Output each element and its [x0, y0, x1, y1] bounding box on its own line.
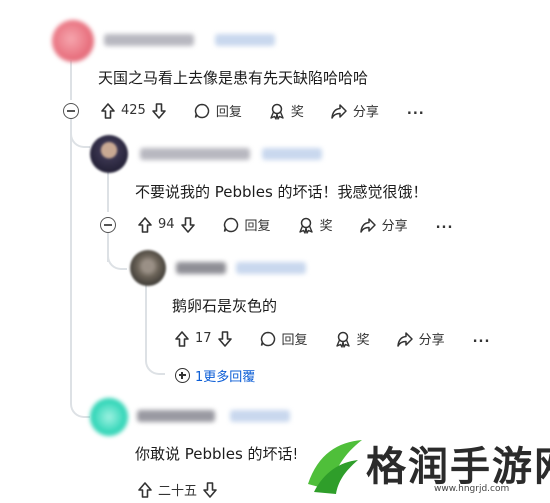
- share-button[interactable]: 分享: [359, 215, 408, 234]
- comment-text: 不要说我的 Pebbles 的坏话！我感觉很饿！: [135, 183, 428, 201]
- avatar[interactable]: [52, 20, 94, 62]
- reply-button[interactable]: 回复: [222, 215, 271, 234]
- timestamp-redacted: [262, 148, 322, 160]
- timestamp-redacted: [230, 410, 290, 422]
- vote-group: 17: [174, 330, 233, 348]
- reply-button[interactable]: 回复: [259, 329, 308, 348]
- comment-text: 鹅卵石是灰色的: [172, 297, 278, 315]
- award-button[interactable]: 奖: [297, 215, 333, 234]
- upvote-icon[interactable]: [174, 330, 190, 348]
- award-icon: [335, 331, 350, 348]
- reply-label: 回复: [281, 333, 308, 348]
- comment-text: 你敢说 Pebbles 的坏话!: [135, 445, 299, 463]
- reply-icon: [260, 331, 275, 346]
- collapse-button[interactable]: [63, 103, 79, 119]
- watermark-logo-icon: [308, 440, 362, 494]
- vote-group: 94: [137, 216, 196, 234]
- username-redacted: [137, 410, 215, 422]
- award-label: 奖: [290, 105, 304, 120]
- upvote-icon[interactable]: [100, 102, 116, 120]
- comment-text: 天国之马看上去像是患有先天缺陷哈哈哈: [98, 69, 369, 87]
- reply-label: 回复: [215, 105, 242, 120]
- reply-icon: [223, 217, 238, 232]
- username-redacted: [140, 148, 250, 160]
- share-icon: [396, 331, 413, 347]
- share-label: 分享: [352, 105, 379, 120]
- reply-icon: [194, 103, 210, 118]
- avatar[interactable]: [90, 135, 128, 173]
- vote-count: 17: [195, 331, 212, 346]
- award-icon: [270, 103, 284, 120]
- thread-line-root: [70, 60, 72, 100]
- plus-circle-icon: [175, 368, 190, 383]
- reply-label: 回复: [244, 219, 271, 234]
- thread-curve-more: [145, 355, 165, 375]
- avatar[interactable]: [90, 398, 128, 436]
- thread-curve-1: [70, 128, 90, 148]
- comment-actions: 二十五: [137, 480, 218, 499]
- award-label: 奖: [319, 219, 333, 234]
- vote-group: 二十五: [137, 480, 218, 499]
- share-icon: [331, 103, 347, 119]
- watermark-url: www.hngrjd.com: [434, 484, 510, 494]
- more-replies-button[interactable]: 1更多回覆: [175, 366, 255, 385]
- share-button[interactable]: 分享: [396, 329, 445, 348]
- award-label: 奖: [356, 333, 370, 348]
- downvote-icon[interactable]: [180, 216, 196, 234]
- upvote-icon[interactable]: [137, 216, 153, 234]
- thread-curve-3: [107, 250, 127, 270]
- vote-count: 二十五: [158, 484, 198, 499]
- share-icon: [359, 217, 376, 233]
- more-options-button[interactable]: ...: [473, 331, 491, 346]
- username-redacted: [176, 262, 226, 274]
- comment-actions: 425 回复 奖 分享 ...: [100, 101, 425, 120]
- thread-line-level2: [107, 172, 109, 212]
- award-icon: [298, 217, 313, 234]
- share-button[interactable]: 分享: [330, 101, 379, 120]
- thread-line-root-2: [70, 118, 72, 398]
- collapse-button[interactable]: [100, 217, 116, 233]
- timestamp-redacted: [215, 34, 275, 46]
- more-options-button[interactable]: ...: [407, 103, 425, 118]
- award-button[interactable]: 奖: [268, 101, 304, 120]
- more-options-button[interactable]: ...: [436, 217, 454, 232]
- share-label: 分享: [381, 219, 408, 234]
- upvote-icon[interactable]: [137, 481, 153, 499]
- vote-group: 425: [100, 102, 167, 120]
- thread-line-level3: [145, 280, 147, 355]
- comment-actions: 94 回复 奖 分享 ...: [137, 215, 453, 234]
- comment-actions: 17 回复 奖 分享 ...: [174, 329, 490, 348]
- thread-curve-4: [70, 398, 90, 418]
- downvote-icon[interactable]: [151, 102, 167, 120]
- share-label: 分享: [418, 333, 445, 348]
- avatar[interactable]: [130, 250, 166, 286]
- downvote-icon[interactable]: [202, 481, 218, 499]
- downvote-icon[interactable]: [217, 330, 233, 348]
- vote-count: 94: [158, 217, 175, 232]
- username-redacted: [104, 34, 194, 46]
- timestamp-redacted: [236, 262, 306, 274]
- reply-button[interactable]: 回复: [193, 101, 242, 120]
- award-button[interactable]: 奖: [334, 329, 370, 348]
- vote-count: 425: [121, 103, 146, 118]
- more-replies-label: 1更多回覆: [195, 370, 256, 385]
- site-watermark: 格润手游网 www.hngrjd.com: [296, 428, 550, 501]
